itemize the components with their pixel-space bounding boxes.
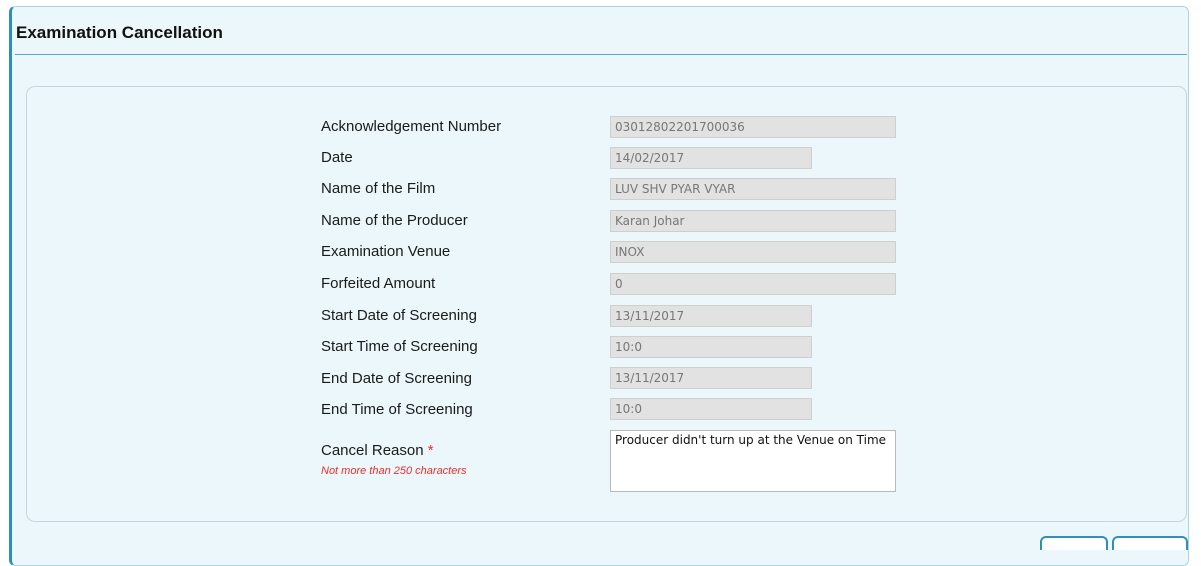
cancel-reason-textarea[interactable]: Producer didn't turn up at the Venue on … xyxy=(610,430,896,492)
examination-venue-field[interactable]: INOX xyxy=(610,241,896,263)
page-title: Examination Cancellation xyxy=(16,23,223,42)
examination-venue-label: Examination Venue xyxy=(321,243,451,260)
acknowledgement-number-label: Acknowledgement Number xyxy=(321,118,502,135)
acknowledgement-number-field[interactable]: 03012802201700036 xyxy=(610,116,896,138)
start-date-field[interactable]: 13/11/2017 xyxy=(610,305,812,327)
forfeited-amount-field[interactable]: 0 xyxy=(610,273,896,295)
film-name-field[interactable]: LUV SHV PYAR VYAR xyxy=(610,178,896,200)
cancel-reason-label: Cancel Reason * xyxy=(321,442,434,460)
end-time-field[interactable]: 10:0 xyxy=(610,398,812,420)
start-date-label: Start Date of Screening xyxy=(321,307,477,324)
producer-name-label: Name of the Producer xyxy=(321,212,468,229)
action-button-1[interactable] xyxy=(1040,536,1108,550)
film-name-label: Name of the Film xyxy=(321,180,436,197)
date-label: Date xyxy=(321,149,353,166)
action-button-2[interactable] xyxy=(1112,536,1188,550)
start-time-field[interactable]: 10:0 xyxy=(610,336,812,358)
cancel-reason-hint: Not more than 250 characters xyxy=(321,465,467,477)
start-time-label: Start Time of Screening xyxy=(321,338,478,355)
forfeited-amount-label: Forfeited Amount xyxy=(321,275,436,292)
required-marker: * xyxy=(427,442,434,459)
end-time-label: End Time of Screening xyxy=(321,401,473,418)
end-date-field[interactable]: 13/11/2017 xyxy=(610,367,812,389)
title-divider xyxy=(15,54,1187,55)
end-date-label: End Date of Screening xyxy=(321,370,472,387)
producer-name-field[interactable]: Karan Johar xyxy=(610,210,896,232)
cancel-reason-label-text: Cancel Reason xyxy=(321,442,424,459)
date-field[interactable]: 14/02/2017 xyxy=(610,147,812,169)
form-container xyxy=(26,86,1187,522)
